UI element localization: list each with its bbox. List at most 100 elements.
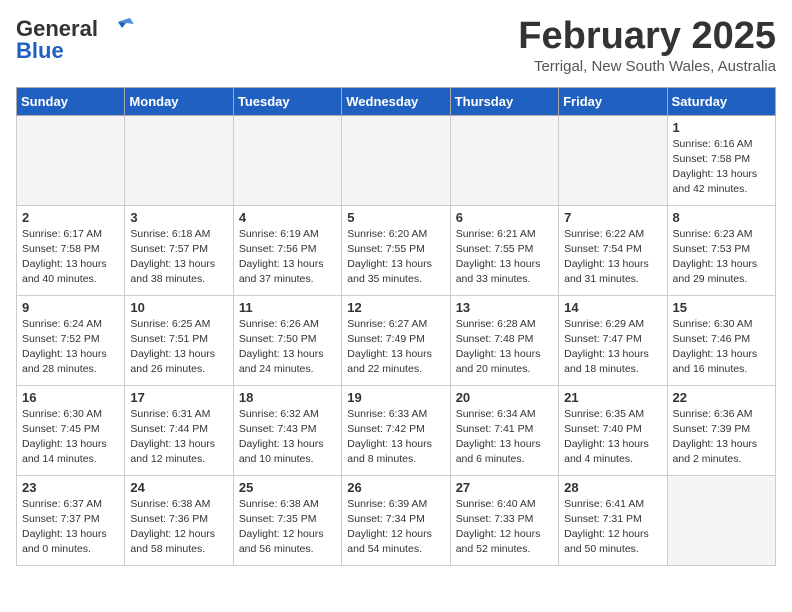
day-number: 14: [564, 300, 661, 315]
day-info: Sunrise: 6:36 AM Sunset: 7:39 PM Dayligh…: [673, 407, 770, 468]
day-number: 18: [239, 390, 336, 405]
day-number: 3: [130, 210, 227, 225]
weekday-header-wednesday: Wednesday: [342, 87, 450, 115]
day-number: 9: [22, 300, 119, 315]
day-number: 17: [130, 390, 227, 405]
day-info: Sunrise: 6:18 AM Sunset: 7:57 PM Dayligh…: [130, 227, 227, 288]
day-number: 8: [673, 210, 770, 225]
calendar-week-row: 9 Sunrise: 6:24 AM Sunset: 7:52 PM Daylig…: [17, 295, 776, 385]
calendar-cell: 25 Sunrise: 6:38 AM Sunset: 7:35 PM Dayli…: [233, 475, 341, 565]
day-info: Sunrise: 6:26 AM Sunset: 7:50 PM Dayligh…: [239, 317, 336, 378]
calendar-cell: 7 Sunrise: 6:22 AM Sunset: 7:54 PM Daylig…: [559, 205, 667, 295]
day-info: Sunrise: 6:38 AM Sunset: 7:36 PM Dayligh…: [130, 497, 227, 558]
calendar-cell: 6 Sunrise: 6:21 AM Sunset: 7:55 PM Daylig…: [450, 205, 558, 295]
day-number: 21: [564, 390, 661, 405]
day-info: Sunrise: 6:30 AM Sunset: 7:45 PM Dayligh…: [22, 407, 119, 468]
calendar-cell: 4 Sunrise: 6:19 AM Sunset: 7:56 PM Daylig…: [233, 205, 341, 295]
day-info: Sunrise: 6:22 AM Sunset: 7:54 PM Dayligh…: [564, 227, 661, 288]
calendar-cell: 1 Sunrise: 6:16 AM Sunset: 7:58 PM Daylig…: [667, 115, 775, 205]
weekday-header-thursday: Thursday: [450, 87, 558, 115]
calendar-cell: 23 Sunrise: 6:37 AM Sunset: 7:37 PM Dayli…: [17, 475, 125, 565]
calendar-cell: [559, 115, 667, 205]
day-info: Sunrise: 6:29 AM Sunset: 7:47 PM Dayligh…: [564, 317, 661, 378]
day-number: 24: [130, 480, 227, 495]
day-info: Sunrise: 6:32 AM Sunset: 7:43 PM Dayligh…: [239, 407, 336, 468]
day-number: 13: [456, 300, 553, 315]
day-info: Sunrise: 6:21 AM Sunset: 7:55 PM Dayligh…: [456, 227, 553, 288]
page-header: General Blue February 2025 Terrigal, New…: [16, 16, 776, 75]
logo-bird-icon: [102, 18, 134, 40]
day-number: 7: [564, 210, 661, 225]
day-number: 28: [564, 480, 661, 495]
day-number: 26: [347, 480, 444, 495]
calendar-cell: [125, 115, 233, 205]
day-info: Sunrise: 6:27 AM Sunset: 7:49 PM Dayligh…: [347, 317, 444, 378]
day-number: 1: [673, 120, 770, 135]
day-info: Sunrise: 6:16 AM Sunset: 7:58 PM Dayligh…: [673, 137, 770, 198]
calendar-cell: 16Sunrise: 6:30 AM Sunset: 7:45 PM Dayli…: [17, 385, 125, 475]
day-number: 25: [239, 480, 336, 495]
day-info: Sunrise: 6:20 AM Sunset: 7:55 PM Dayligh…: [347, 227, 444, 288]
calendar-cell: 26 Sunrise: 6:39 AM Sunset: 7:34 PM Dayli…: [342, 475, 450, 565]
calendar-cell: [667, 475, 775, 565]
calendar-week-row: 16Sunrise: 6:30 AM Sunset: 7:45 PM Dayli…: [17, 385, 776, 475]
calendar-cell: 27Sunrise: 6:40 AM Sunset: 7:33 PM Dayli…: [450, 475, 558, 565]
day-number: 23: [22, 480, 119, 495]
day-number: 19: [347, 390, 444, 405]
weekday-header-friday: Friday: [559, 87, 667, 115]
weekday-header-tuesday: Tuesday: [233, 87, 341, 115]
logo: General Blue: [16, 16, 134, 64]
day-info: Sunrise: 6:25 AM Sunset: 7:51 PM Dayligh…: [130, 317, 227, 378]
calendar-week-row: 1 Sunrise: 6:16 AM Sunset: 7:58 PM Daylig…: [17, 115, 776, 205]
day-info: Sunrise: 6:24 AM Sunset: 7:52 PM Dayligh…: [22, 317, 119, 378]
day-number: 27: [456, 480, 553, 495]
day-number: 6: [456, 210, 553, 225]
weekday-header-monday: Monday: [125, 87, 233, 115]
day-number: 15: [673, 300, 770, 315]
day-info: Sunrise: 6:33 AM Sunset: 7:42 PM Dayligh…: [347, 407, 444, 468]
day-number: 4: [239, 210, 336, 225]
day-number: 22: [673, 390, 770, 405]
calendar-cell: 9 Sunrise: 6:24 AM Sunset: 7:52 PM Daylig…: [17, 295, 125, 385]
calendar-cell: 10 Sunrise: 6:25 AM Sunset: 7:51 PM Dayli…: [125, 295, 233, 385]
day-info: Sunrise: 6:17 AM Sunset: 7:58 PM Dayligh…: [22, 227, 119, 288]
calendar-cell: 20 Sunrise: 6:34 AM Sunset: 7:41 PM Dayli…: [450, 385, 558, 475]
calendar-cell: 8Sunrise: 6:23 AM Sunset: 7:53 PM Daylig…: [667, 205, 775, 295]
day-number: 10: [130, 300, 227, 315]
calendar-table: SundayMondayTuesdayWednesdayThursdayFrid…: [16, 87, 776, 566]
day-info: Sunrise: 6:39 AM Sunset: 7:34 PM Dayligh…: [347, 497, 444, 558]
day-info: Sunrise: 6:31 AM Sunset: 7:44 PM Dayligh…: [130, 407, 227, 468]
calendar-cell: 24 Sunrise: 6:38 AM Sunset: 7:36 PM Dayli…: [125, 475, 233, 565]
weekday-header-saturday: Saturday: [667, 87, 775, 115]
location-text: Terrigal, New South Wales, Australia: [518, 58, 776, 75]
calendar-week-row: 2 Sunrise: 6:17 AM Sunset: 7:58 PM Daylig…: [17, 205, 776, 295]
calendar-cell: [450, 115, 558, 205]
day-info: Sunrise: 6:19 AM Sunset: 7:56 PM Dayligh…: [239, 227, 336, 288]
calendar-cell: 5 Sunrise: 6:20 AM Sunset: 7:55 PM Daylig…: [342, 205, 450, 295]
month-title: February 2025: [518, 16, 776, 58]
day-number: 5: [347, 210, 444, 225]
day-number: 12: [347, 300, 444, 315]
calendar-cell: 13 Sunrise: 6:28 AM Sunset: 7:48 PM Dayli…: [450, 295, 558, 385]
calendar-cell: [342, 115, 450, 205]
calendar-cell: 2 Sunrise: 6:17 AM Sunset: 7:58 PM Daylig…: [17, 205, 125, 295]
day-info: Sunrise: 6:28 AM Sunset: 7:48 PM Dayligh…: [456, 317, 553, 378]
calendar-cell: 28Sunrise: 6:41 AM Sunset: 7:31 PM Dayli…: [559, 475, 667, 565]
calendar-header-row: SundayMondayTuesdayWednesdayThursdayFrid…: [17, 87, 776, 115]
calendar-cell: 3 Sunrise: 6:18 AM Sunset: 7:57 PM Daylig…: [125, 205, 233, 295]
calendar-cell: 12 Sunrise: 6:27 AM Sunset: 7:49 PM Dayli…: [342, 295, 450, 385]
day-info: Sunrise: 6:34 AM Sunset: 7:41 PM Dayligh…: [456, 407, 553, 468]
day-number: 20: [456, 390, 553, 405]
day-number: 2: [22, 210, 119, 225]
day-info: Sunrise: 6:35 AM Sunset: 7:40 PM Dayligh…: [564, 407, 661, 468]
day-info: Sunrise: 6:37 AM Sunset: 7:37 PM Dayligh…: [22, 497, 119, 558]
calendar-cell: [17, 115, 125, 205]
calendar-cell: 11 Sunrise: 6:26 AM Sunset: 7:50 PM Dayli…: [233, 295, 341, 385]
calendar-cell: 15 Sunrise: 6:30 AM Sunset: 7:46 PM Dayli…: [667, 295, 775, 385]
calendar-cell: 21 Sunrise: 6:35 AM Sunset: 7:40 PM Dayli…: [559, 385, 667, 475]
day-info: Sunrise: 6:30 AM Sunset: 7:46 PM Dayligh…: [673, 317, 770, 378]
calendar-week-row: 23 Sunrise: 6:37 AM Sunset: 7:37 PM Dayli…: [17, 475, 776, 565]
day-info: Sunrise: 6:38 AM Sunset: 7:35 PM Dayligh…: [239, 497, 336, 558]
day-number: 11: [239, 300, 336, 315]
calendar-cell: 19 Sunrise: 6:33 AM Sunset: 7:42 PM Dayli…: [342, 385, 450, 475]
